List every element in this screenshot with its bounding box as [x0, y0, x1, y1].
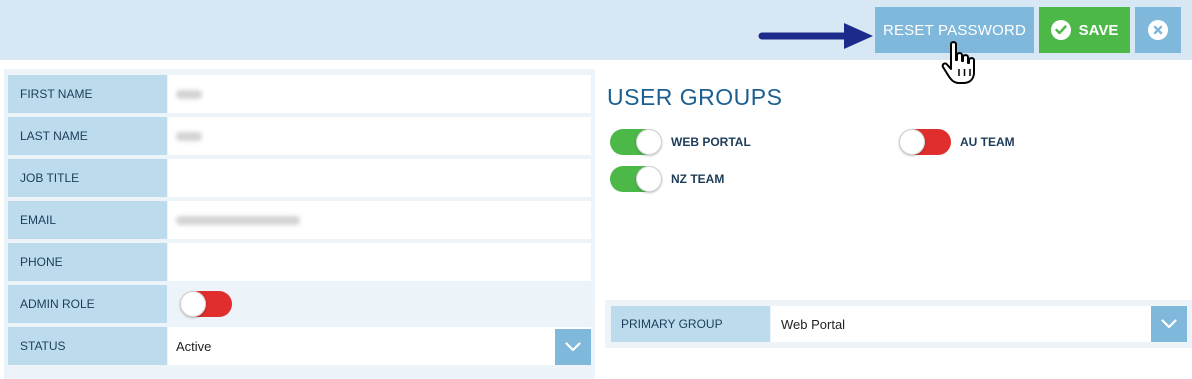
user-groups-heading: USER GROUPS — [607, 84, 783, 110]
phone-row: PHONE — [4, 243, 595, 281]
save-label: SAVE — [1078, 21, 1119, 39]
email-row: EMAIL — [4, 201, 595, 239]
toggle-switch[interactable] — [610, 166, 662, 192]
chevron-down-icon[interactable] — [555, 329, 591, 365]
job-title-label: JOB TITLE — [8, 159, 167, 197]
last-name-row: LAST NAME — [4, 117, 595, 155]
group-web-portal[interactable]: WEB PORTAL — [610, 129, 751, 155]
redacted-value — [176, 89, 202, 99]
primary-group-select[interactable]: Web Portal — [771, 306, 1187, 342]
status-select[interactable]: Active — [168, 327, 591, 365]
primary-group-label: PRIMARY GROUP — [611, 306, 770, 342]
toggle-switch[interactable] — [610, 129, 662, 155]
group-au-team[interactable]: AU TEAM — [899, 129, 1015, 155]
phone-field[interactable] — [168, 243, 591, 281]
primary-group-value: Web Portal — [781, 316, 846, 332]
phone-label: PHONE — [8, 243, 167, 281]
first-name-row: FIRST NAME — [4, 75, 595, 113]
last-name-label: LAST NAME — [8, 117, 167, 155]
group-label: AU TEAM — [960, 135, 1015, 149]
group-label: NZ TEAM — [671, 172, 725, 186]
save-button[interactable]: SAVE — [1039, 7, 1130, 53]
last-name-field[interactable] — [168, 117, 591, 155]
toggle-switch[interactable] — [899, 129, 951, 155]
email-label: EMAIL — [8, 201, 167, 239]
job-title-row: JOB TITLE — [4, 159, 595, 197]
redacted-value — [176, 215, 300, 225]
admin-role-row: ADMIN ROLE — [4, 285, 595, 323]
primary-group-row: PRIMARY GROUP Web Portal — [605, 300, 1192, 348]
first-name-field[interactable] — [168, 75, 591, 113]
reset-password-label: RESET PASSWORD — [882, 21, 1027, 39]
hand-cursor-icon — [941, 41, 975, 84]
admin-role-toggle[interactable] — [180, 291, 232, 317]
toggle-switch — [180, 291, 232, 317]
redacted-value — [176, 131, 202, 141]
arrow-annotation-icon — [758, 23, 873, 49]
job-title-field[interactable] — [168, 159, 591, 197]
email-field[interactable] — [168, 201, 591, 239]
check-circle-icon — [1050, 20, 1071, 40]
status-label: STATUS — [8, 327, 167, 365]
group-label: WEB PORTAL — [671, 135, 751, 149]
chevron-down-icon[interactable] — [1151, 306, 1187, 342]
admin-role-label: ADMIN ROLE — [8, 285, 167, 323]
status-row: STATUS Active — [4, 327, 595, 365]
close-circle-icon — [1148, 20, 1168, 40]
close-button[interactable] — [1135, 7, 1181, 53]
group-nz-team[interactable]: NZ TEAM — [610, 166, 724, 192]
status-value: Active — [176, 338, 212, 354]
first-name-label: FIRST NAME — [8, 75, 167, 113]
user-details-form: FIRST NAME LAST NAME JOB TITLE EMAIL PHO… — [4, 69, 595, 379]
